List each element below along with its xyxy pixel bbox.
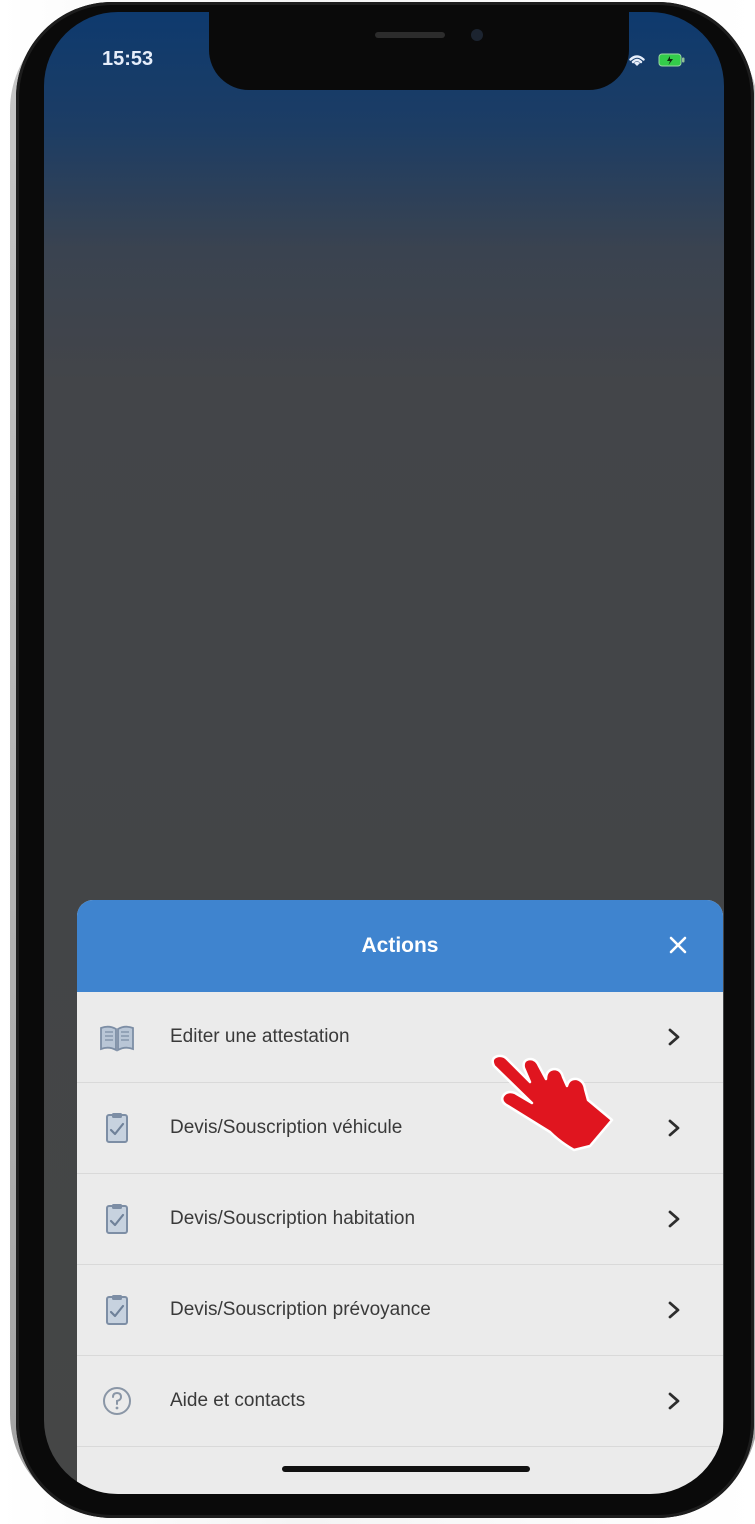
camera (471, 29, 483, 41)
chevron-right-icon (668, 1028, 680, 1046)
pointing-hand-icon (491, 1054, 614, 1152)
action-item-label: Devis/Souscription prévoyance (170, 1299, 431, 1320)
chevron-right-icon (668, 1210, 680, 1228)
clipboard-check-icon (106, 1113, 128, 1143)
wifi-icon (629, 55, 645, 66)
action-item-devis-habitation[interactable]: Devis/Souscription habitation (77, 1174, 723, 1265)
sheet-header: Actions (77, 900, 723, 992)
status-icons (626, 52, 686, 68)
home-indicator[interactable] (282, 1466, 530, 1472)
chevron-right-icon (668, 1301, 680, 1319)
phone-screen: 15:53 Actions Editer une attestation Dev… (44, 12, 724, 1494)
action-item-label: Devis/Souscription habitation (170, 1208, 416, 1229)
action-item-label: Devis/Souscription véhicule (170, 1117, 403, 1138)
close-button[interactable] (663, 930, 693, 960)
clipboard-check-icon (106, 1295, 128, 1325)
chevron-right-icon (668, 1119, 680, 1137)
action-item-devis-prevoyance[interactable]: Devis/Souscription prévoyance (77, 1265, 723, 1356)
action-item-label: Editer une attestation (170, 1026, 350, 1047)
battery-icon (658, 53, 685, 67)
book-icon (100, 1025, 134, 1052)
clipboard-check-icon (106, 1204, 128, 1234)
notch (209, 12, 629, 90)
speaker (375, 32, 445, 38)
actions-sheet: Actions Editer une attestation Devis/Sou… (77, 900, 723, 1494)
chevron-right-icon (668, 1392, 680, 1410)
close-icon (669, 936, 687, 954)
status-time: 15:53 (102, 48, 154, 70)
help-circle-icon (103, 1387, 131, 1415)
scene: 15:53 Actions Editer une attestation Dev… (0, 0, 755, 1524)
sheet-title: Actions (361, 934, 439, 957)
action-item-label: Aide et contacts (170, 1390, 306, 1411)
action-item-aide-contacts[interactable]: Aide et contacts (77, 1356, 723, 1447)
